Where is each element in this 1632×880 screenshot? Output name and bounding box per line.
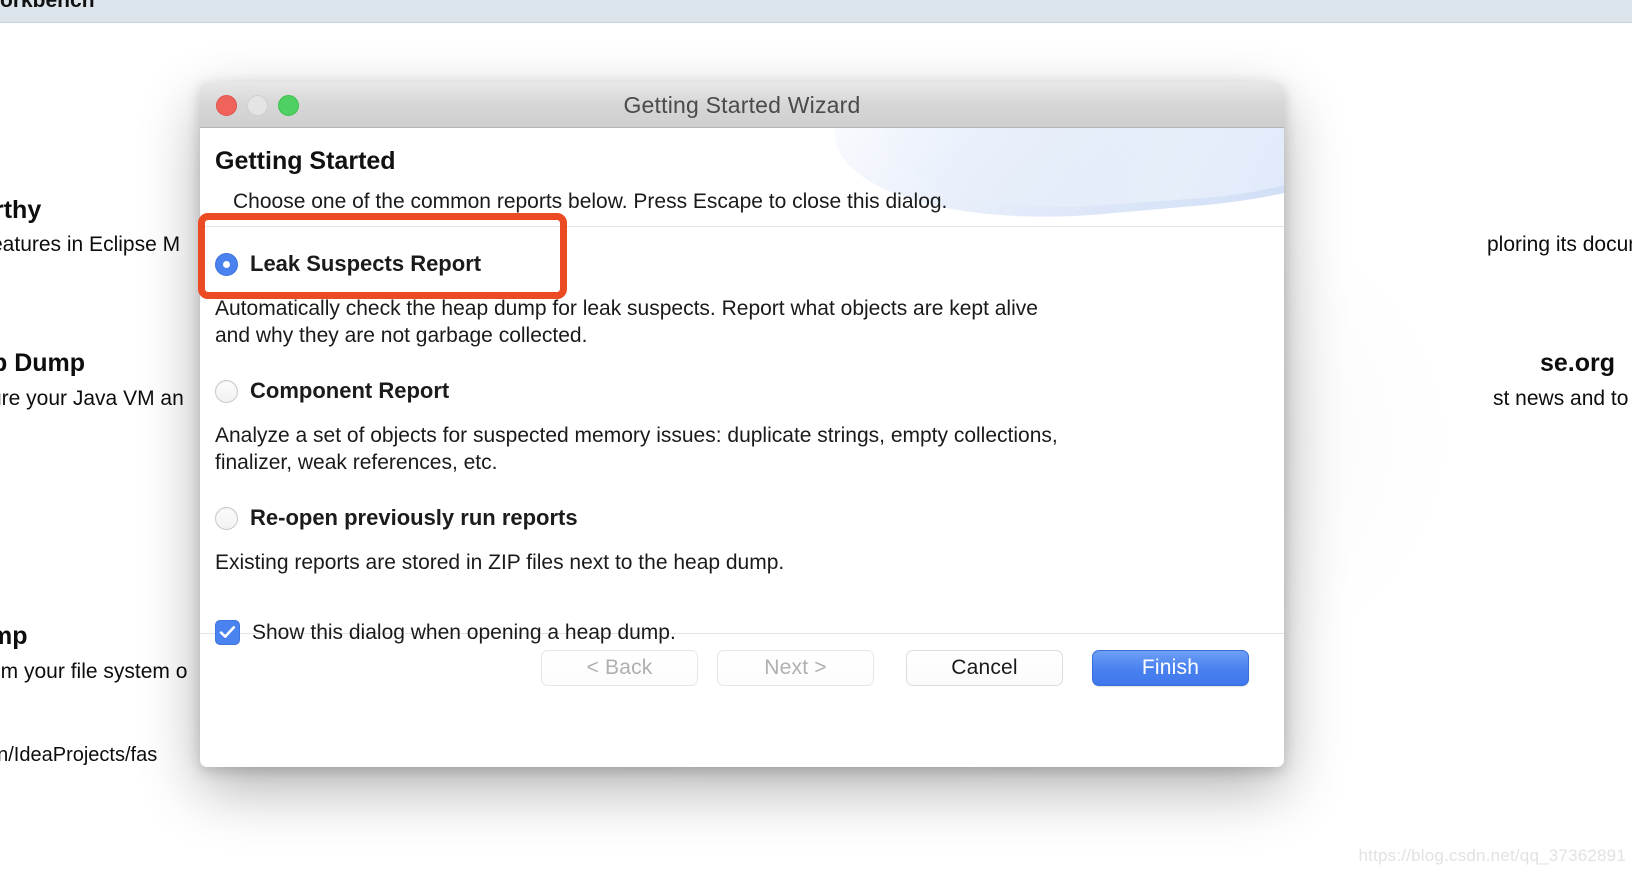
getting-started-wizard-dialog: Getting Started Wizard Getting Started C… [200,82,1284,767]
dialog-footer: < Back Next > Cancel Finish [200,634,1284,712]
cancel-button[interactable]: Cancel [906,650,1063,686]
description-component-report: Analyze a set of objects for suspected m… [215,424,1058,474]
dialog-heading: Getting Started [215,147,396,175]
description-leak-suspects-report: Automatically check the heap dump for le… [215,297,1038,347]
backdrop-heading-eclipse-org: se.org [1540,349,1616,377]
radio-icon-leak-suspects-report[interactable] [215,252,238,276]
backdrop-paragraph-file-system: om your file system o [0,660,188,683]
radio-option-component-report[interactable]: Component Report [215,374,449,408]
dialog-window-title: Getting Started Wizard [623,92,861,118]
watermark-text: https://blog.csdn.net/qq_37362891 [1358,846,1626,865]
dialog-header: Getting Started Choose one of the common… [200,128,1284,226]
backdrop-heading-open-heap-dump: mp [0,622,28,650]
dialog-subheading: Choose one of the common reports below. … [233,190,948,213]
workbench-title: orkbench [0,0,95,12]
backdrop-paragraph-documentation: ploring its documentation. [1487,233,1632,256]
backdrop-paragraph-path: an/IdeaProjects/fas [0,744,158,766]
radio-icon-reopen-previously-run-reports[interactable] [215,506,238,530]
radio-option-leak-suspects-report[interactable]: Leak Suspects Report [215,247,481,281]
dialog-titlebar[interactable]: Getting Started Wizard [200,82,1284,128]
backdrop-paragraph-latest-news: st news and to download the [1493,387,1632,410]
backdrop-paragraph-java-vm: ure your Java VM an [0,387,184,410]
workbench-titlebar: orkbench [0,0,1632,23]
radio-label-leak-suspects-report: Leak Suspects Report [250,251,482,276]
backdrop-paragraph-features: eatures in Eclipse M [0,233,181,256]
back-button[interactable]: < Back [541,650,698,686]
radio-icon-component-report[interactable] [215,379,238,403]
backdrop-heading-noteworthy: rthy [0,196,42,224]
radio-label-reopen-previously-run-reports: Re-open previously run reports [250,505,578,530]
backdrop-heading-acquire-heap-dump: p Dump [0,349,86,377]
radio-option-reopen-previously-run-reports[interactable]: Re-open previously run reports [215,501,578,535]
description-reopen-previously-run-reports: Existing reports are stored in ZIP files… [215,551,785,574]
next-button[interactable]: Next > [717,650,874,686]
dialog-body: Leak Suspects Report Automatically check… [200,227,1284,645]
finish-button[interactable]: Finish [1092,650,1249,686]
radio-label-component-report: Component Report [250,378,450,403]
